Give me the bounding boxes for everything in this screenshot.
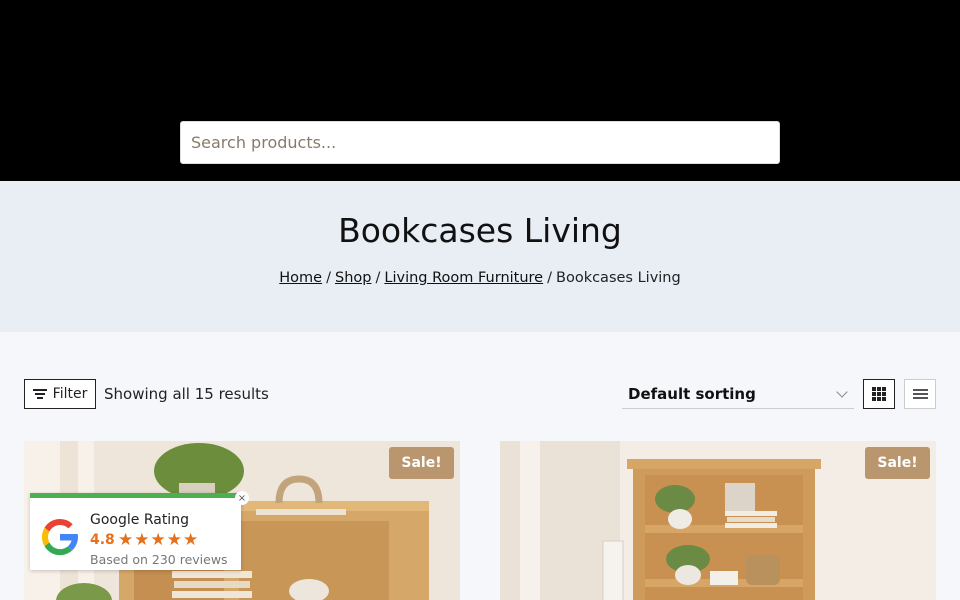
filter-icon [32, 389, 47, 399]
review-count: Based on 230 reviews [90, 552, 228, 567]
product-card[interactable]: Sale! [500, 441, 936, 600]
shop-toolbar: Filter Showing all 15 results Default so… [24, 379, 936, 409]
page-hero: Bookcases Living Home / Shop / Living Room F… [0, 181, 960, 332]
rating-title: Google Rating [90, 512, 189, 528]
rating-score: 4.8 [90, 532, 115, 548]
breadcrumb-separator: / [326, 270, 331, 286]
google-g-icon [41, 518, 78, 556]
filter-label: Filter [52, 386, 88, 402]
sale-badge: Sale! [865, 447, 930, 479]
search-input[interactable] [180, 121, 780, 164]
breadcrumb-home-link[interactable]: Home [279, 270, 322, 286]
filter-button[interactable]: Filter [24, 379, 96, 409]
sort-select[interactable]: Default sorting [622, 379, 854, 409]
close-icon[interactable]: × [235, 491, 249, 505]
google-rating-widget[interactable]: × Google Rating 4.8 ★★★★★ Based on 230 r… [30, 491, 249, 570]
list-view-button[interactable] [904, 379, 936, 409]
breadcrumb-separator: / [547, 270, 552, 286]
breadcrumb-separator: / [375, 270, 381, 286]
breadcrumb-shop-link[interactable]: Shop [335, 270, 371, 286]
grid-view-button[interactable] [863, 379, 895, 409]
chevron-down-icon [836, 386, 848, 398]
breadcrumb-current: Bookcases Living [556, 270, 681, 286]
page-title: Bookcases Living [338, 211, 622, 250]
breadcrumb: Home / Shop / Living Room Furniture / Bookcase… [0, 270, 960, 286]
star-icons: ★★★★★ [118, 530, 200, 550]
breadcrumb-living-room-link[interactable]: Living Room Furniture [384, 270, 543, 286]
result-count: Showing all 15 results [104, 385, 269, 403]
sale-badge: Sale! [389, 447, 454, 479]
sort-selected-label: Default sorting [628, 384, 756, 403]
